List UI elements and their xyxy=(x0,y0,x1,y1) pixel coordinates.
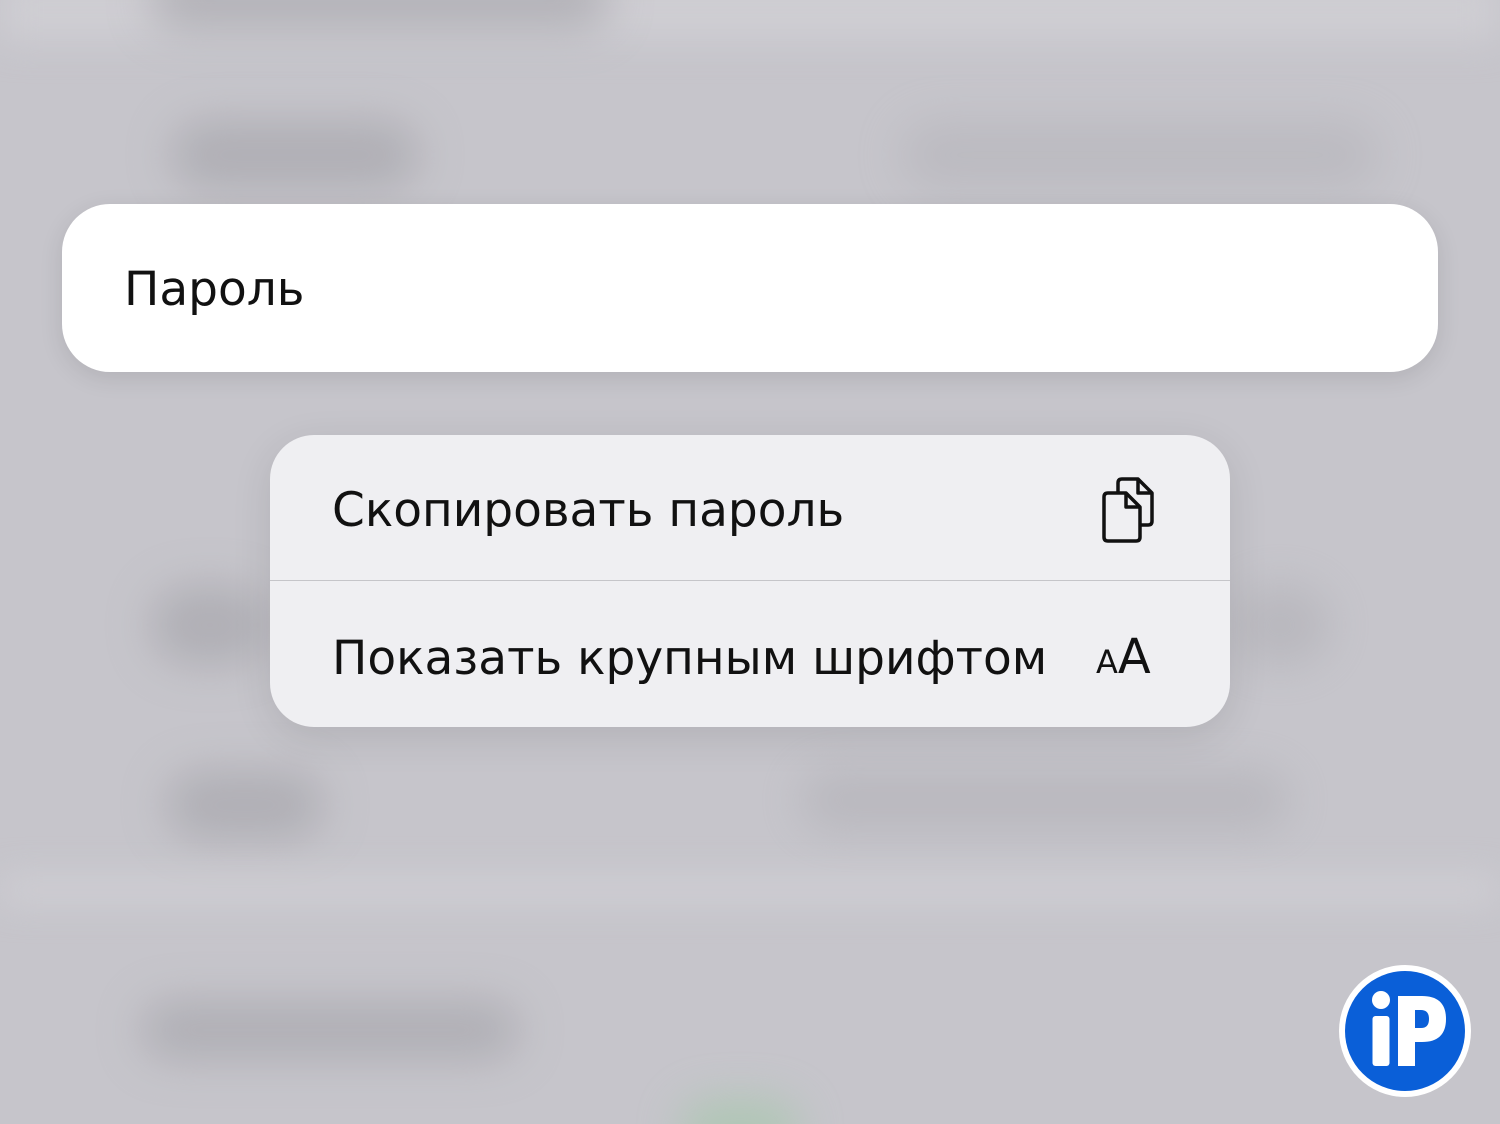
copy-password-label: Скопировать пароль xyxy=(332,483,845,538)
password-label: Пароль xyxy=(124,262,305,317)
password-row[interactable]: Пароль xyxy=(62,204,1438,372)
blurred-band xyxy=(0,880,1500,900)
text-size-icon: AA xyxy=(1096,629,1151,685)
blurred-content xyxy=(800,770,1290,830)
blurred-content xyxy=(1230,585,1330,665)
blurred-content xyxy=(900,120,1380,190)
text-size-icon-small: A xyxy=(1096,643,1118,681)
blurred-content xyxy=(150,585,270,665)
show-large-font-label: Показать крупным шрифтом xyxy=(332,631,1048,686)
blurred-content xyxy=(140,1000,520,1060)
copy-password-menu-item[interactable]: Скопировать пароль xyxy=(270,435,1230,580)
blurred-content xyxy=(680,1100,800,1124)
context-menu: Скопировать пароль Показать крупным шриф… xyxy=(270,435,1230,727)
show-large-font-menu-item[interactable]: Показать крупным шрифтом AA xyxy=(270,581,1230,726)
copy-icon xyxy=(1102,477,1154,543)
blurred-content xyxy=(165,770,325,840)
ip-logo xyxy=(1339,965,1471,1097)
blurred-content xyxy=(170,120,420,190)
blurred-content xyxy=(150,0,610,30)
text-size-icon-large: A xyxy=(1117,629,1151,685)
